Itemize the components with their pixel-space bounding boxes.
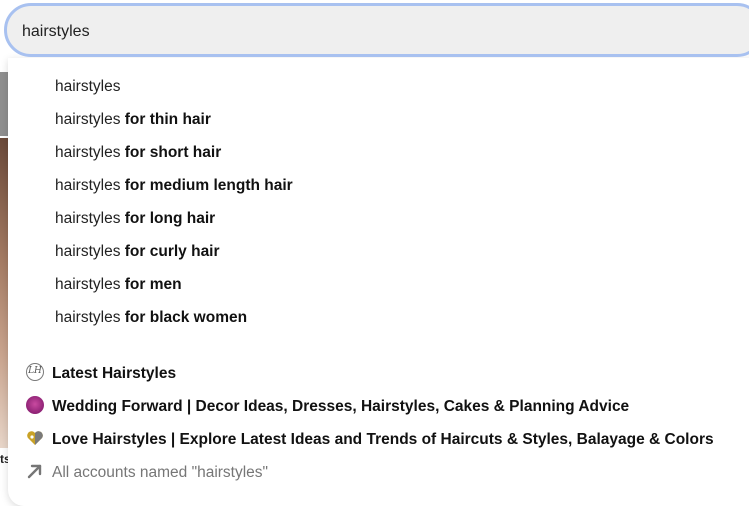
latest-hairstyles-logo-icon: LH bbox=[26, 363, 44, 381]
suggestion-item[interactable]: hairstyles for short hair bbox=[55, 140, 221, 166]
page: ts hairstyles hairstyles for thin hair h… bbox=[0, 0, 749, 506]
suggestion-prefix: hairstyles bbox=[55, 78, 121, 95]
suggestion-completion: for long hair bbox=[120, 210, 216, 227]
love-hairstyles-logo-icon bbox=[26, 429, 44, 447]
suggestion-item[interactable]: hairstyles for men bbox=[55, 272, 182, 298]
suggestion-completion: for men bbox=[120, 276, 182, 293]
arrow-up-right-icon bbox=[26, 462, 44, 480]
suggestion-item[interactable]: hairstyles for thin hair bbox=[55, 107, 211, 133]
background-image-1 bbox=[0, 72, 8, 136]
all-accounts-label: All accounts named "hairstyles" bbox=[52, 464, 269, 481]
suggestion-prefix: hairstyles bbox=[55, 276, 121, 293]
suggestion-item[interactable]: hairstyles for curly hair bbox=[55, 239, 220, 265]
suggestion-completion: for short hair bbox=[120, 144, 222, 161]
account-name: Latest Hairstyles bbox=[52, 365, 177, 382]
suggestion-completion: for thin hair bbox=[120, 111, 211, 128]
suggestion-item[interactable]: hairstyles for black women bbox=[55, 305, 247, 331]
account-name: Love Hairstyles | Explore Latest Ideas a… bbox=[52, 431, 714, 448]
suggestion-completion: for medium length hair bbox=[120, 177, 293, 194]
suggestion-item[interactable]: hairstyles for medium length hair bbox=[55, 173, 293, 199]
suggestion-prefix: hairstyles bbox=[55, 243, 121, 260]
suggestion-item[interactable]: hairstyles for long hair bbox=[55, 206, 215, 232]
search-bar bbox=[4, 3, 749, 57]
search-input[interactable] bbox=[22, 19, 622, 45]
all-accounts-link[interactable]: All accounts named "hairstyles" bbox=[26, 460, 268, 486]
background-image-2 bbox=[0, 138, 8, 448]
account-item[interactable]: Wedding Forward | Decor Ideas, Dresses, … bbox=[26, 394, 629, 420]
wedding-forward-logo-icon bbox=[26, 396, 44, 414]
suggestion-completion: for black women bbox=[120, 309, 248, 326]
suggestion-prefix: hairstyles bbox=[55, 144, 121, 161]
suggestion-prefix: hairstyles bbox=[55, 111, 121, 128]
suggestion-prefix: hairstyles bbox=[55, 309, 121, 326]
account-item[interactable]: LH Latest Hairstyles bbox=[26, 361, 176, 387]
suggestion-item[interactable]: hairstyles bbox=[55, 74, 120, 100]
search-suggestions-dropdown: hairstyles hairstyles for thin hair hair… bbox=[8, 58, 749, 506]
suggestion-completion: for curly hair bbox=[120, 243, 220, 260]
account-item[interactable]: Love Hairstyles | Explore Latest Ideas a… bbox=[26, 427, 714, 453]
suggestion-prefix: hairstyles bbox=[55, 210, 121, 227]
account-name: Wedding Forward | Decor Ideas, Dresses, … bbox=[52, 398, 630, 415]
suggestion-prefix: hairstyles bbox=[55, 177, 121, 194]
